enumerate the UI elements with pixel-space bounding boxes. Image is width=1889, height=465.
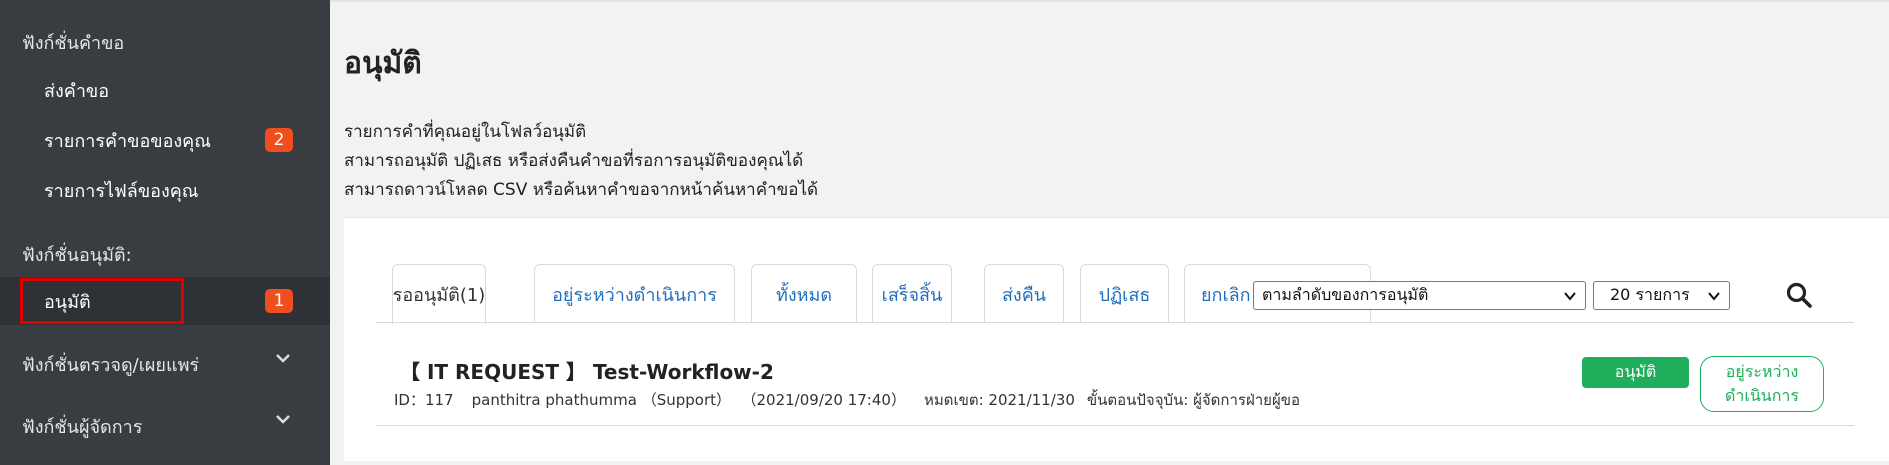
approve-button[interactable]: อนุมัติ	[1582, 357, 1689, 388]
tab-completed[interactable]: เสร็จสิ้น	[872, 264, 952, 323]
tab-returned[interactable]: ส่งคืน	[984, 264, 1064, 323]
tab-rejected[interactable]: ปฏิเสธ	[1080, 264, 1169, 323]
request-current-step: ขั้นตอนปัจจุบัน: ผู้จัดการฝ่ายผู้ขอ	[1086, 391, 1301, 409]
sidebar-item-your-files[interactable]: รายการไฟล์ของคุณ	[0, 166, 330, 214]
request-date: （2021/09/20 17:40）	[749, 391, 906, 409]
sidebar-section-request: ฟังก์ชั่นคำขอ	[22, 33, 125, 54]
highlight-box	[20, 278, 184, 324]
tab-all[interactable]: ทั้งหมด	[751, 264, 857, 323]
sidebar-item-label: รายการไฟล์ของคุณ	[44, 180, 199, 202]
sidebar-section-review-publish[interactable]: ฟังก์ชั่นตรวจดู/เผยแพร่	[22, 350, 199, 379]
tabs-divider	[376, 322, 1854, 323]
request-id: ID：117	[394, 391, 454, 409]
search-icon[interactable]	[1785, 281, 1813, 309]
chevron-down-icon	[1708, 292, 1720, 301]
sort-order-value: ตามลำดับของการอนุมัติ	[1262, 285, 1429, 304]
sort-order-select[interactable]: ตามลำดับของการอนุมัติ	[1253, 281, 1586, 310]
status-badge: อยู่ระหว่าง ดำเนินการ	[1700, 356, 1824, 412]
sidebar-item-your-requests[interactable]: รายการคำขอของคุณ 2	[0, 116, 330, 164]
description-line: รายการคำที่คุณอยู่ในโฟลว์อนุมัติ	[344, 122, 587, 142]
chevron-down-icon[interactable]	[274, 410, 292, 428]
page-size-value: 20 รายการ	[1610, 285, 1690, 304]
sidebar-section-manager[interactable]: ฟังก์ชั่นผู้จัดการ	[22, 412, 142, 441]
row-divider	[376, 425, 1854, 426]
sidebar: ฟังก์ชั่นคำขอ ส่งคำขอ รายการคำขอของคุณ 2…	[0, 0, 330, 465]
request-title[interactable]: 【 IT REQUEST 】 Test-Workflow-2	[400, 356, 774, 385]
top-border	[330, 0, 1889, 2]
page-size-select[interactable]: 20 รายการ	[1593, 281, 1730, 310]
sidebar-section-approve: ฟังก์ชั่นอนุมัติ:	[22, 245, 132, 266]
chevron-down-icon[interactable]	[274, 349, 292, 367]
count-badge: 2	[265, 128, 293, 152]
sidebar-item-label: รายการคำขอของคุณ	[44, 130, 211, 152]
count-badge: 1	[265, 289, 293, 313]
description-line: สามารถดาวน์โหลด CSV หรือค้นหาคำขอจากหน้า…	[344, 180, 819, 200]
sidebar-item-label: ส่งคำขอ	[44, 80, 110, 102]
tab-pending[interactable]: รออนุมัติ(1)	[392, 264, 486, 324]
tab-in-progress[interactable]: อยู่ระหว่างดำเนินการ	[534, 264, 735, 323]
status-line: ดำเนินการ	[1725, 386, 1799, 405]
status-line: อยู่ระหว่าง	[1725, 362, 1799, 381]
request-meta: ID：117 panthitra phathumma （Support） （2021…	[394, 388, 1318, 412]
request-user: panthitra phathumma （Support）	[471, 391, 731, 409]
page-title: อนุมัติ	[344, 46, 422, 81]
chevron-down-icon	[1564, 292, 1576, 301]
sidebar-item-send-request[interactable]: ส่งคำขอ	[0, 66, 330, 114]
description-line: สามารถอนุมัติ ปฏิเสธ หรือส่งคืนคำขอที่รอ…	[344, 151, 804, 171]
request-deadline: หมดเขต: 2021/11/30	[923, 391, 1075, 409]
